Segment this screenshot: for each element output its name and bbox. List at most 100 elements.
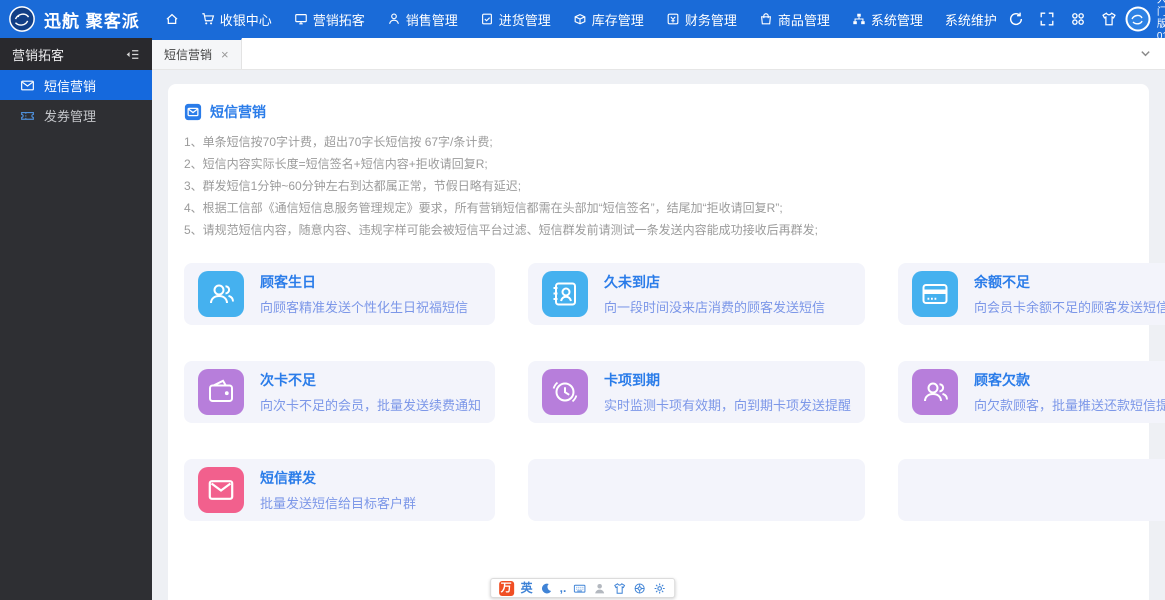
feature-grid: 顾客生日向顾客精准发送个性化生日祝福短信 久未到店向一段时间没来店消费的顾客发送短… [184,263,1165,521]
app-logo: 迅航 聚客派 [0,5,154,33]
refresh-button[interactable] [1008,11,1024,27]
feature-card-low-balance[interactable]: 余额不足向会员卡余额不足的顾客发送短信 [898,263,1165,325]
feature-card-card-expiry[interactable]: 卡项到期实时监测卡项有效期，向到期卡项发送提醒 [528,361,866,423]
home-icon [165,12,179,26]
content-panel: 短信营销 1、单条短信按70字计费，超出70字长短信按 67字/条计费; 2、短信… [168,84,1165,600]
nav-item-goods-management[interactable]: 商品管理 [748,0,841,38]
envelope-icon [198,467,244,513]
feature-card-customer-debt[interactable]: 顾客欠款 向欠款顾客，批量推送还款短信提醒 [898,361,1165,423]
people-icon [912,369,959,415]
nav-item-finance-management[interactable]: 财务管理 [655,0,748,38]
cashier-icon [201,12,215,26]
feature-card-title: 顾客生日 [260,274,316,290]
ime-logo[interactable]: 万 [498,580,514,596]
clock-icon [542,369,589,415]
ime-toolbox-icon[interactable] [633,582,646,595]
nav-item-purchase-management[interactable]: 进货管理 [469,0,562,38]
feature-card-desc: 向一段时间没来店消费的顾客发送短信 [604,300,826,315]
nav-item-label: 商品管理 [777,12,830,28]
fullscreen-button[interactable] [1039,11,1055,27]
section-header: 短信营销 [184,102,1133,122]
notice-line: 1、单条短信按70字计费，超出70字长短信按 67字/条计费; [184,135,493,149]
nav-item-sales-management[interactable]: 销售管理 [376,0,469,38]
feature-card-sms-bulk-send[interactable]: 短信群发批量发送短信给目标客户群 [184,459,496,521]
feature-card-title: 久未到店 [604,274,661,290]
tab-sms-marketing[interactable]: 短信营销 × [152,38,242,69]
nav-item-inventory-management[interactable]: 库存管理 [562,0,655,38]
feature-card-text: 短信群发批量发送短信给目标客户群 [260,468,416,512]
app-title: 迅航 聚客派 [44,11,140,31]
user-name-line1: 入门版 [1156,0,1165,30]
top-navigation: 收银中心 营销拓客 销售管理 进货管理 库存管理 财务管理 商品管理 系统管理 系统维护 [154,0,1008,38]
nav-item-label: 收银中心 [219,12,272,28]
bank-card-icon [912,271,959,317]
avatar [1125,6,1151,32]
ime-skin-icon[interactable] [613,582,626,595]
feature-card-desc: 实时监测卡项有效期，向到期卡项发送提醒 [604,398,852,413]
sidebar-item-label: 发券管理 [44,108,97,124]
theme-button[interactable] [1101,11,1117,27]
feature-card-text: 顾客生日向顾客精准发送个性化生日祝福短信 [260,272,468,316]
finance-icon [666,12,680,26]
ime-lang-english[interactable]: 英 [521,582,533,594]
ime-soft-keyboard-icon[interactable] [573,582,586,595]
tab-close-icon[interactable]: × [221,47,229,62]
nav-item-cashier-center[interactable]: 收银中心 [190,0,283,38]
fullscreen-icon [1039,11,1055,27]
ime-half-width-icon[interactable] [540,582,553,595]
tabbar-chevron-down-icon[interactable] [1140,48,1151,59]
wallet-icon [198,369,244,415]
goods-icon [759,12,773,26]
tab-bar: 短信营销 × [152,38,1165,70]
apps-icon [1070,11,1086,27]
ime-settings-icon[interactable] [653,582,666,595]
purchase-icon [480,12,494,26]
topbar-actions [1008,11,1125,27]
nav-item-label: 库存管理 [591,12,644,28]
nav-item-marketing[interactable]: 营销拓客 [283,0,376,38]
feature-card-desc: 批量发送短信给目标客户群 [260,496,417,511]
feature-card-desc: 向次卡不足的会员，批量发送续费通知 [260,398,482,413]
notice-line: 2、短信内容实际长度=短信签名+短信内容+拒收请回复R; [184,157,488,171]
id-card-icon [542,271,589,317]
sales-icon [387,12,401,26]
nav-item-system-maintenance[interactable]: 系统维护 [934,0,1008,38]
sidebar-item-sms-marketing[interactable]: 短信营销 [0,70,152,100]
nav-item-home[interactable] [154,0,190,38]
feature-card-text: 次卡不足 向次卡不足的会员，批量发送续费通知 [260,370,481,414]
sidebar-item-coupon-management[interactable]: 发券管理 [0,100,152,130]
nav-item-label: 系统维护 [944,12,997,28]
sms-envelope-icon [184,103,202,121]
sidebar-item-label: 短信营销 [44,78,97,94]
nav-item-label: 财务管理 [684,12,737,28]
ticket-icon [20,108,35,123]
sidebar-header: 营销拓客 [0,38,152,70]
user-menu[interactable]: 入门版 01 [1125,0,1165,43]
notice-line: 3、群发短信1分钟~60分钟左右到达都属正常，节假日略有延迟; [184,179,522,193]
feature-card-title: 短信群发 [260,470,316,486]
feature-card-text: 久未到店向一段时间没来店消费的顾客发送短信 [604,272,825,316]
feature-card-desc: 向顾客精准发送个性化生日祝福短信 [260,300,469,315]
ime-account-icon[interactable] [593,582,606,595]
user-name-line2: 01 [1156,31,1165,42]
feature-card-title: 余额不足 [974,274,1031,290]
marketing-icon [294,12,308,26]
feature-card-text: 卡项到期实时监测卡项有效期，向到期卡项发送提醒 [604,370,851,414]
nav-item-label: 进货管理 [498,12,551,28]
apps-button[interactable] [1070,11,1086,27]
feature-card-customer-birthday[interactable]: 顾客生日向顾客精准发送个性化生日祝福短信 [184,263,496,325]
nav-item-system-management[interactable]: 系统管理 [841,0,934,38]
sidebar: 营销拓客 短信营销发券管理 [0,38,152,600]
ime-punctuation[interactable]: ,. [560,582,567,594]
feature-card-title: 卡项到期 [604,372,661,388]
logo-icon [8,5,36,33]
section-title: 短信营销 [210,104,266,120]
collapse-sidebar-icon[interactable] [125,47,140,62]
feature-card-times-card-low[interactable]: 次卡不足 向次卡不足的会员，批量发送续费通知 [184,361,496,423]
sidebar-title: 营销拓客 [12,47,65,63]
feature-card-long-absent-customer[interactable]: 久未到店向一段时间没来店消费的顾客发送短信 [528,263,866,325]
feature-card-desc: 向会员卡余额不足的顾客发送短信 [974,300,1165,315]
feature-card-title: 顾客欠款 [974,372,1031,388]
nav-item-label: 销售管理 [405,12,458,28]
feature-card-text: 顾客欠款 向欠款顾客，批量推送还款短信提醒 [974,370,1165,414]
